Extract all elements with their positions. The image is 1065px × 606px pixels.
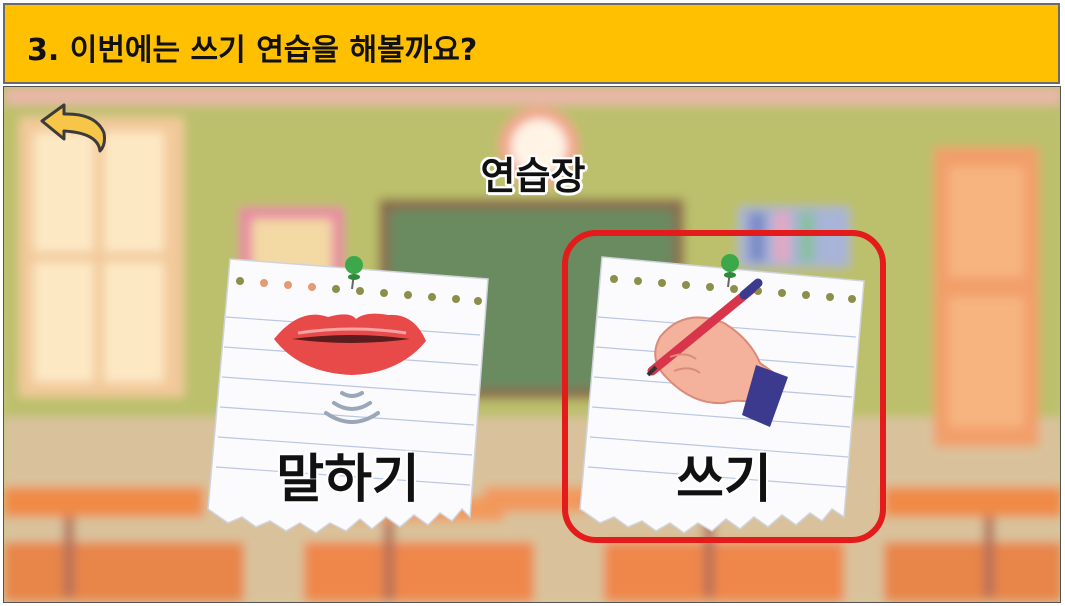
speaking-card[interactable]: 말하기 <box>200 247 496 537</box>
selection-highlight <box>562 230 886 543</box>
speaking-label: 말하기 <box>276 450 420 510</box>
instruction-text: 3. 이번에는 쓰기 연습을 해볼까요? <box>27 33 478 68</box>
practice-title: 연습장 <box>480 154 586 198</box>
instruction-banner: 3. 이번에는 쓰기 연습을 해볼까요? <box>3 3 1060 84</box>
classroom-scene: 연습장 말하기 쓰기 <box>3 86 1061 603</box>
